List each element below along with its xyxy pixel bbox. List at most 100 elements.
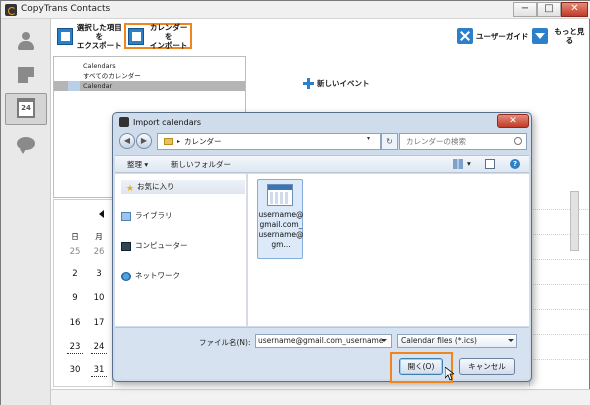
computer-icon <box>121 242 131 251</box>
network-icon <box>121 272 131 281</box>
back-button[interactable]: ◀ <box>119 133 135 149</box>
file-item[interactable]: username@gmail.com_username@gm... <box>257 179 304 259</box>
nav-favorites[interactable]: ★ お気に入り <box>121 180 245 194</box>
close-button[interactable]: ✕ <box>561 2 588 17</box>
search-input[interactable]: カレンダーの検索 <box>399 133 527 150</box>
preview-pane-icon[interactable] <box>485 159 495 169</box>
more-button[interactable]: もっと見る <box>532 23 588 49</box>
mini-calendar-day[interactable]: 10 <box>91 293 107 303</box>
tools-icon <box>457 28 473 44</box>
command-bar: 整理 ▾ 新しいフォルダー ▾ ? <box>115 155 529 173</box>
filename-label: ファイル名(N): <box>199 338 251 347</box>
window-title: CopyTrans Contacts <box>21 4 111 14</box>
navigation-pane: ★ お気に入り ライブラリ コンピューター ネットワーク <box>115 174 247 326</box>
minimize-button[interactable]: − <box>513 2 537 17</box>
views-dropdown[interactable]: ▾ <box>467 159 471 168</box>
sidebar: 24 <box>1 19 51 405</box>
nav-item-library[interactable]: ライブラリ <box>135 210 173 221</box>
filename-dropdown-icon[interactable] <box>381 339 387 342</box>
import-label: カレンダーを インポート <box>147 23 190 50</box>
import-dialog: Import calendars ✕ ◀ ▶ ▸ カレンダー ▾ ↻ カレンダー… <box>112 112 532 383</box>
import-label-line2: インポート <box>149 40 188 50</box>
new-event-label: 新しいイベント <box>317 79 370 88</box>
mini-calendar-day[interactable]: 25 <box>67 247 83 257</box>
search-placeholder: カレンダーの検索 <box>406 137 466 146</box>
new-event-button[interactable]: 新しいイベント <box>303 78 370 89</box>
filetype-select[interactable]: Calendar files (*.ics) <box>397 334 517 348</box>
maximize-button[interactable]: □ <box>537 2 561 17</box>
views-icon[interactable] <box>453 159 463 169</box>
user-guide-label: ユーザーガイド <box>476 31 529 41</box>
refresh-button[interactable]: ↻ <box>381 133 398 150</box>
sidebar-item-contacts[interactable] <box>5 25 47 57</box>
export-selected-button[interactable]: 選択した項目を エクスポート <box>57 23 123 50</box>
person-icon <box>17 32 35 50</box>
sidebar-item-messages[interactable] <box>5 127 47 159</box>
star-icon: ★ <box>126 184 135 194</box>
nav-item-computer[interactable]: コンピューター <box>135 240 188 251</box>
dialog-close-button[interactable]: ✕ <box>497 114 529 128</box>
mini-calendar-day[interactable]: 17 <box>91 318 107 328</box>
mini-calendar-day-header: 日 <box>71 232 79 241</box>
file-list: username@gmail.com_username@gm... <box>248 174 529 326</box>
dialog-footer: ファイル名(N): username@gmail.com_username Ca… <box>115 327 529 383</box>
calendar-icon: 24 <box>17 98 35 118</box>
export-icon <box>57 27 73 45</box>
forward-button[interactable]: ▶ <box>136 133 152 149</box>
breadcrumb-folder[interactable]: カレンダー <box>184 134 222 149</box>
file-name: username@gmail.com_username@gm... <box>258 210 304 249</box>
help-icon[interactable]: ? <box>510 159 520 169</box>
organize-button[interactable]: 整理 ▾ <box>127 159 148 170</box>
app-logo-icon <box>5 4 17 16</box>
status-bar <box>51 389 590 405</box>
calendar-list-header: Calendars <box>83 62 116 70</box>
search-icon <box>514 137 522 145</box>
import-icon <box>128 27 145 45</box>
sidebar-item-notes[interactable] <box>5 59 47 91</box>
app-logo-icon <box>119 117 129 127</box>
dialog-title: Import calendars <box>133 117 202 127</box>
mini-calendar-day[interactable]: 9 <box>67 293 83 303</box>
filename-field[interactable]: username@gmail.com_username <box>255 334 392 348</box>
import-calendar-button[interactable]: カレンダーを インポート <box>124 23 192 50</box>
import-label-line1: カレンダーを <box>149 22 188 41</box>
open-button[interactable]: 開く(O) <box>399 358 443 375</box>
sidebar-item-calendar[interactable]: 24 <box>5 93 47 125</box>
calendar-item-calendar[interactable]: Calendar <box>54 81 245 91</box>
export-label: 選択した項目を エクスポート <box>76 23 123 50</box>
calendar-file-icon <box>267 184 293 206</box>
mini-calendar-day[interactable]: 26 <box>91 247 107 257</box>
nav-item-network[interactable]: ネットワーク <box>135 270 180 281</box>
mini-calendar-day[interactable]: 23 <box>67 342 83 354</box>
mouse-cursor-icon <box>445 367 454 381</box>
address-bar[interactable]: ▸ カレンダー <box>157 133 381 150</box>
calendar-item-label: Calendar <box>83 82 113 90</box>
scrollbar[interactable] <box>570 191 579 251</box>
title-bar: CopyTrans Contacts − □ ✕ <box>1 1 590 19</box>
mini-calendar-day[interactable]: 31 <box>91 365 107 377</box>
filetype-dropdown-icon[interactable] <box>508 339 514 342</box>
previous-month-icon[interactable] <box>99 210 104 218</box>
export-label-line2: エクスポート <box>76 40 122 50</box>
mini-calendar-day[interactable]: 3 <box>91 269 107 279</box>
nav-favorites-label: お気に入り <box>137 182 175 191</box>
export-label-line1: 選択した項目を <box>76 22 122 41</box>
address-dropdown-icon[interactable]: ▾ <box>367 135 370 142</box>
mini-calendar-day[interactable]: 30 <box>67 365 83 375</box>
calendar-item-all[interactable]: すべてのカレンダー <box>54 71 245 81</box>
user-guide-button[interactable]: ユーザーガイド <box>457 23 529 49</box>
new-folder-button[interactable]: 新しいフォルダー <box>171 159 231 170</box>
cancel-button[interactable]: キャンセル <box>459 358 515 375</box>
breadcrumb-separator: ▸ <box>177 138 181 145</box>
more-label: もっと見る <box>554 27 585 45</box>
mini-calendar-day-header: 月 <box>95 232 103 241</box>
dialog-title-bar: Import calendars <box>119 117 201 127</box>
calendar-grid <box>529 131 589 386</box>
mini-calendar-day[interactable]: 24 <box>91 342 107 354</box>
folder-icon <box>164 138 173 145</box>
mini-calendar-day[interactable]: 2 <box>67 269 83 279</box>
mini-calendar-day[interactable]: 16 <box>67 318 83 328</box>
calendar-color-swatch <box>68 81 80 91</box>
note-icon <box>18 67 34 83</box>
plus-icon <box>303 78 314 89</box>
